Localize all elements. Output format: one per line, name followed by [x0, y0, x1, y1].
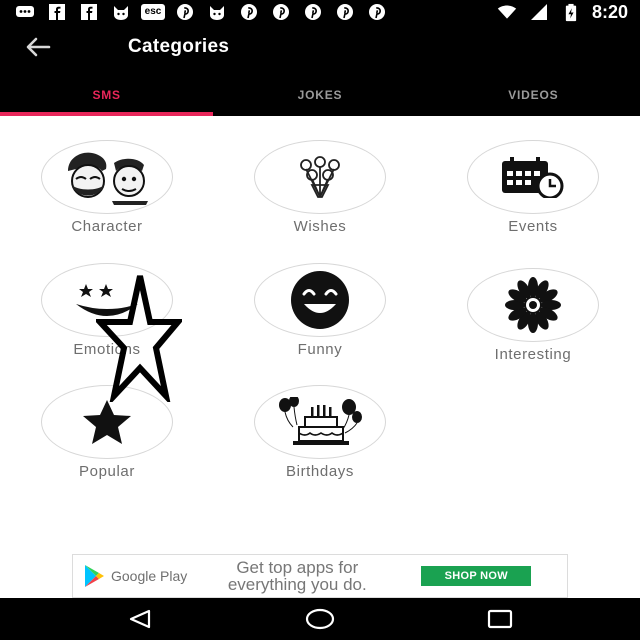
battery-charging-icon	[560, 3, 582, 21]
triangle-back-icon	[129, 609, 151, 629]
pinterest-icon	[302, 3, 324, 21]
pinterest-icon	[270, 3, 292, 21]
wifi-icon	[496, 3, 518, 21]
category-icon-circle	[41, 385, 173, 459]
tab-sms[interactable]: SMS	[0, 70, 214, 116]
category-label: Character	[71, 218, 143, 235]
nav-back-button[interactable]	[110, 598, 170, 640]
category-icon-circle	[467, 268, 599, 342]
calendar-clock-icon	[502, 157, 564, 198]
pinterest-icon	[174, 3, 196, 21]
category-emotions[interactable]: Emotions	[17, 263, 197, 373]
emotions-icon	[76, 284, 138, 316]
signal-icon	[528, 3, 550, 21]
cat-icon	[110, 3, 132, 21]
circle-home-icon	[305, 608, 335, 630]
facebook-icon	[46, 3, 68, 21]
tab-label: JOKES	[297, 88, 343, 102]
esc-icon: esc	[140, 3, 166, 21]
tab-videos[interactable]: VIDEOS	[427, 70, 640, 116]
category-label: Popular	[79, 463, 135, 480]
category-label: Birthdays	[286, 463, 354, 480]
category-label: Events	[508, 218, 558, 235]
category-label: Wishes	[293, 218, 347, 235]
google-play-icon	[85, 565, 104, 587]
notification-icons: esc	[14, 2, 388, 22]
system-status: 8:20	[496, 2, 628, 22]
shop-now-button[interactable]: SHOP NOW	[421, 566, 532, 586]
nav-recents-button[interactable]	[470, 598, 530, 640]
ad-headline-line: Get top apps for	[236, 558, 359, 577]
category-popular[interactable]: Popular	[17, 385, 197, 495]
laughing-face-icon	[291, 271, 349, 329]
birthday-cake-icon	[279, 397, 362, 445]
category-label: Emotions	[73, 341, 141, 358]
category-icon-circle	[467, 140, 599, 214]
category-funny[interactable]: Funny	[230, 263, 410, 373]
sunflower-icon	[505, 277, 561, 333]
google-play-logo: Google Play	[83, 564, 187, 588]
system-nav-bar	[0, 598, 640, 640]
facebook-icon	[78, 3, 100, 21]
ad-banner[interactable]: Google Play Get top apps for everything …	[72, 554, 568, 598]
pinterest-icon	[366, 3, 388, 21]
pinterest-icon	[334, 3, 356, 21]
category-events[interactable]: Events	[443, 140, 623, 250]
page-title: Categories	[128, 36, 230, 57]
pinterest-icon	[238, 3, 260, 21]
status-bar: esc 8:20	[0, 0, 640, 24]
category-wishes[interactable]: Wishes	[230, 140, 410, 250]
category-label: Funny	[297, 341, 343, 358]
character-icon	[68, 152, 148, 205]
cat-icon	[206, 3, 228, 21]
category-character[interactable]: Character	[17, 140, 197, 250]
category-label: Interesting	[494, 346, 572, 363]
flower-bouquet-icon	[300, 156, 340, 198]
square-recents-icon	[487, 609, 513, 629]
clock: 8:20	[591, 1, 628, 22]
nav-home-button[interactable]	[290, 598, 350, 640]
ad-headline-line: everything you do.	[227, 575, 367, 594]
category-icon-circle	[41, 263, 173, 337]
ad-headline: Get top apps for everything you do.	[197, 559, 397, 593]
messages-icon	[14, 3, 36, 21]
tab-indicator	[0, 112, 214, 116]
tab-label: VIDEOS	[508, 88, 559, 102]
category-interesting[interactable]: Interesting	[443, 268, 623, 378]
star-icon	[83, 400, 131, 444]
tab-jokes[interactable]: JOKES	[213, 70, 426, 116]
category-icon-circle	[254, 385, 386, 459]
category-birthdays[interactable]: Birthdays	[230, 385, 410, 495]
app-bar: Categories	[0, 24, 640, 70]
back-button[interactable]	[18, 32, 58, 62]
category-icon-circle	[41, 140, 173, 214]
store-name: Google Play	[111, 568, 188, 584]
category-icon-circle	[254, 140, 386, 214]
category-tabs: SMS JOKES VIDEOS	[0, 70, 640, 116]
category-icon-circle	[254, 263, 386, 337]
arrow-back-icon	[26, 37, 51, 57]
